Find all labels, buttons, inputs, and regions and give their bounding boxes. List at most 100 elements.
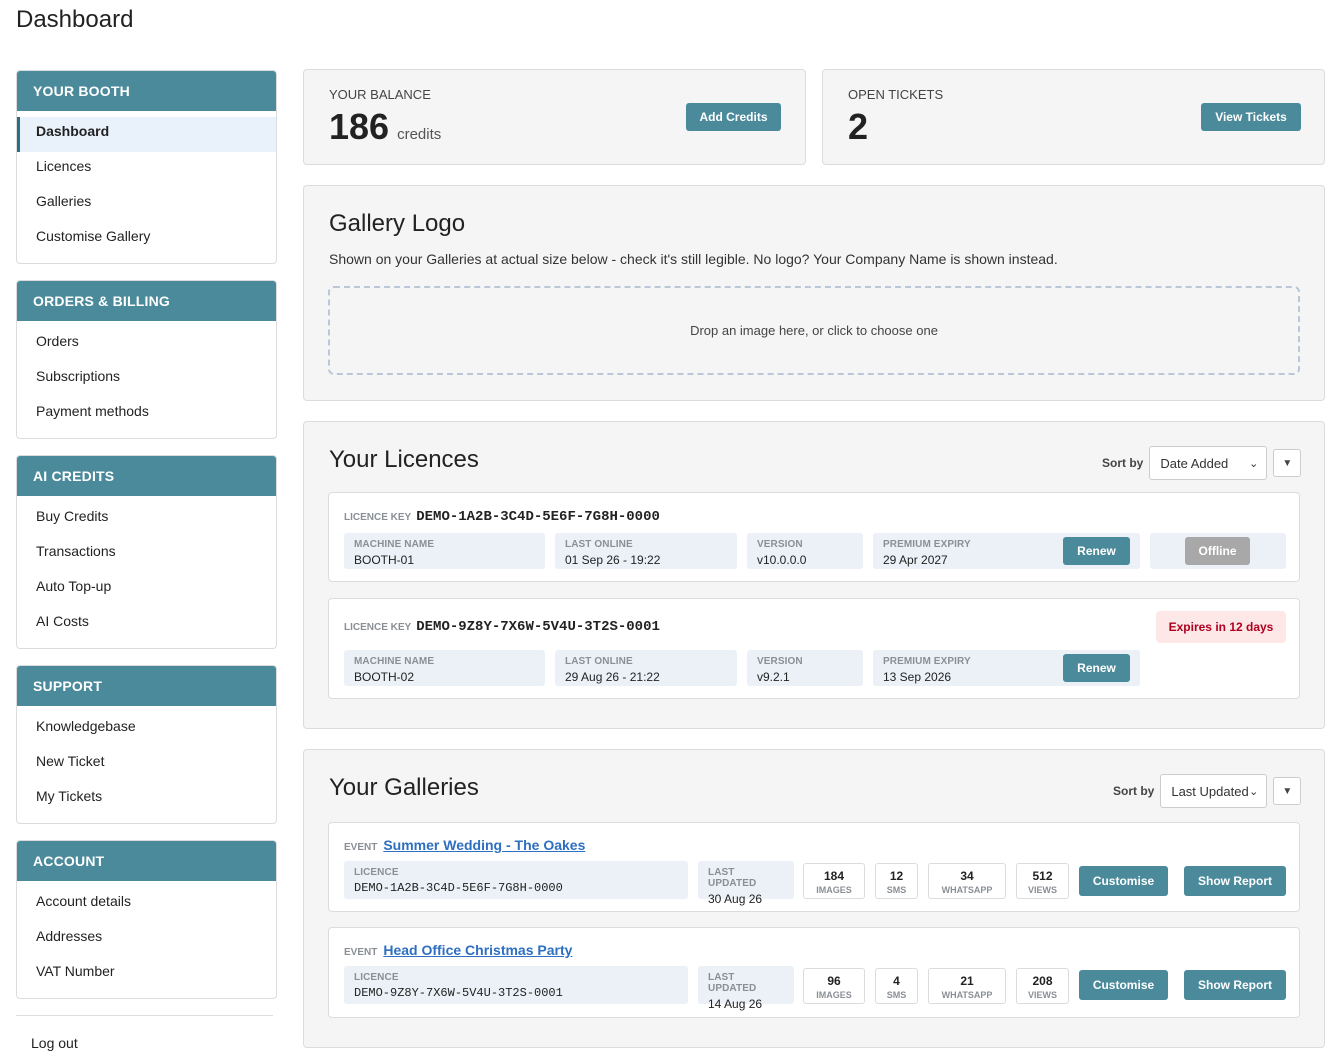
- nav-group-header: YOUR BOOTH: [17, 71, 276, 111]
- nav-group-header: AI CREDITS: [17, 456, 276, 496]
- field-value: DEMO-1A2B-3C4D-5E6F-7G8H-0000: [354, 881, 563, 895]
- last-updated-field: LAST UPDATED 14 Aug 26: [698, 966, 794, 1011]
- caret-down-icon: ▼: [1282, 785, 1293, 797]
- sidebar-item-payment-methods[interactable]: Payment methods: [17, 397, 276, 432]
- field-value: v9.2.1: [757, 670, 790, 684]
- gallery-row: EVENT Head Office Christmas Party LICENC…: [328, 927, 1300, 1018]
- gallery-logo-title: Gallery Logo: [329, 210, 466, 237]
- stat-value: 96: [827, 974, 841, 988]
- renew-button[interactable]: Renew: [1063, 654, 1130, 682]
- stat-label: SMS: [886, 990, 907, 1000]
- nav-group-header: ORDERS & BILLING: [17, 281, 276, 321]
- sidebar-item-auto-top-up[interactable]: Auto Top-up: [17, 572, 276, 607]
- images-stat: 184 IMAGES: [803, 863, 865, 899]
- licence-key-value: DEMO-9Z8Y-7X6W-5V4U-3T2S-0001: [416, 619, 660, 635]
- tickets-card: OPEN TICKETS 2 View Tickets: [822, 69, 1325, 165]
- sort-by-label: Sort by: [1113, 784, 1155, 798]
- premium-expiry-field: PREMIUM EXPIRY 29 Apr 2027 Renew: [873, 533, 1140, 569]
- gallery-row: EVENT Summer Wedding - The Oakes LICENCE…: [328, 822, 1300, 912]
- sidebar-item-addresses[interactable]: Addresses: [17, 922, 276, 957]
- show-report-button[interactable]: Show Report: [1184, 970, 1286, 1000]
- event-label: EVENT: [344, 842, 378, 853]
- sidebar-item-vat-number[interactable]: VAT Number: [17, 957, 276, 992]
- sidebar-item-knowledgebase[interactable]: Knowledgebase: [17, 712, 276, 747]
- last-online-field: LAST ONLINE 01 Sep 26 - 19:22: [555, 533, 737, 569]
- sidebar-item-customise-gallery[interactable]: Customise Gallery: [17, 222, 276, 257]
- caret-down-icon: ▼: [1282, 457, 1293, 469]
- field-label: LAST ONLINE: [565, 539, 633, 550]
- gallery-logo-description: Shown on your Galleries at actual size b…: [329, 251, 1058, 267]
- sidebar-item-galleries[interactable]: Galleries: [17, 187, 276, 222]
- stat-value: 34: [960, 869, 974, 883]
- views-stat: 208 VIEWS: [1016, 968, 1069, 1004]
- licence-row: LICENCE KEY DEMO-9Z8Y-7X6W-5V4U-3T2S-000…: [328, 598, 1300, 699]
- nav-group-support: SUPPORT Knowledgebase New Ticket My Tick…: [16, 665, 277, 824]
- galleries-sort-select[interactable]: Last Updated ⌄: [1160, 774, 1268, 808]
- sort-direction-button[interactable]: ▼: [1273, 777, 1302, 805]
- sidebar-item-licences[interactable]: Licences: [17, 152, 276, 187]
- customise-button[interactable]: Customise: [1079, 866, 1168, 896]
- licence-field: LICENCE DEMO-1A2B-3C4D-5E6F-7G8H-0000: [344, 861, 688, 899]
- expiry-warning-badge: Expires in 12 days: [1156, 611, 1286, 643]
- offline-status-button: Offline: [1185, 537, 1250, 565]
- sidebar-item-account-details[interactable]: Account details: [17, 887, 276, 922]
- sidebar-item-my-tickets[interactable]: My Tickets: [17, 782, 276, 817]
- sidebar-item-ai-costs[interactable]: AI Costs: [17, 607, 276, 642]
- sidebar-item-buy-credits[interactable]: Buy Credits: [17, 502, 276, 537]
- views-stat: 512 VIEWS: [1016, 863, 1069, 899]
- show-report-button[interactable]: Show Report: [1184, 866, 1286, 896]
- sidebar-item-transactions[interactable]: Transactions: [17, 537, 276, 572]
- field-label: LAST ONLINE: [565, 656, 633, 667]
- sidebar-item-orders[interactable]: Orders: [17, 327, 276, 362]
- stat-label: WHATSAPP: [941, 885, 993, 895]
- field-label: LAST UPDATED: [708, 972, 757, 994]
- whatsapp-stat: 34 WHATSAPP: [928, 863, 1006, 899]
- stat-label: VIEWS: [1027, 990, 1057, 1000]
- field-label: VERSION: [757, 539, 803, 550]
- customise-button[interactable]: Customise: [1079, 970, 1168, 1000]
- version-field: VERSION v9.2.1: [747, 650, 863, 686]
- field-label: LICENCE: [354, 972, 399, 983]
- field-value: 14 Aug 26: [708, 997, 763, 1011]
- sms-stat: 4 SMS: [875, 968, 918, 1004]
- chevron-down-icon: ⌄: [1249, 457, 1259, 470]
- sidebar-item-new-ticket[interactable]: New Ticket: [17, 747, 276, 782]
- version-field: VERSION v10.0.0.0: [747, 533, 863, 569]
- stat-value: 512: [1032, 869, 1053, 883]
- field-value: 30 Aug 26: [708, 892, 763, 906]
- stat-label: SMS: [886, 885, 907, 895]
- view-tickets-button[interactable]: View Tickets: [1201, 103, 1301, 131]
- logout-link[interactable]: Log out: [31, 1035, 78, 1051]
- event-link[interactable]: Head Office Christmas Party: [383, 942, 572, 958]
- field-label: VERSION: [757, 656, 803, 667]
- logo-dropzone[interactable]: Drop an image here, or click to choose o…: [328, 286, 1300, 375]
- balance-value: 186: [329, 106, 390, 147]
- balance-card: YOUR BALANCE 186 credits Add Credits: [303, 69, 806, 165]
- field-value: 01 Sep 26 - 19:22: [565, 553, 661, 567]
- sort-direction-button[interactable]: ▼: [1273, 449, 1302, 477]
- sidebar-item-subscriptions[interactable]: Subscriptions: [17, 362, 276, 397]
- add-credits-button[interactable]: Add Credits: [686, 103, 781, 131]
- machine-name-field: MACHINE NAME BOOTH-02: [344, 650, 545, 686]
- premium-expiry-field: PREMIUM EXPIRY 13 Sep 2026 Renew: [873, 650, 1140, 686]
- gallery-logo-card: Gallery Logo Shown on your Galleries at …: [303, 185, 1325, 401]
- whatsapp-stat: 21 WHATSAPP: [928, 968, 1006, 1004]
- field-label: MACHINE NAME: [354, 539, 435, 550]
- tickets-value: 2: [848, 106, 869, 147]
- stat-value: 21: [960, 974, 974, 988]
- galleries-card: Your Galleries Sort by Last Updated ⌄ ▼ …: [303, 749, 1325, 1048]
- chevron-down-icon: ⌄: [1249, 785, 1259, 798]
- sidebar-item-dashboard[interactable]: Dashboard: [17, 117, 276, 152]
- balance-unit: credits: [397, 126, 442, 143]
- sort-select-value: Last Updated: [1171, 783, 1249, 799]
- nav-group-header: SUPPORT: [17, 666, 276, 706]
- event-link[interactable]: Summer Wedding - The Oakes: [383, 837, 585, 853]
- sort-by-label: Sort by: [1102, 456, 1144, 470]
- page-title: Dashboard: [16, 6, 134, 33]
- licences-card: Your Licences Sort by Date Added ⌄ ▼ LIC…: [303, 421, 1325, 729]
- licence-row: LICENCE KEY DEMO-1A2B-3C4D-5E6F-7G8H-000…: [328, 492, 1300, 582]
- field-label: LICENCE: [354, 867, 399, 878]
- nav-group-account: ACCOUNT Account details Addresses VAT Nu…: [16, 840, 277, 999]
- licences-sort-select[interactable]: Date Added ⌄: [1149, 446, 1268, 480]
- renew-button[interactable]: Renew: [1063, 537, 1130, 565]
